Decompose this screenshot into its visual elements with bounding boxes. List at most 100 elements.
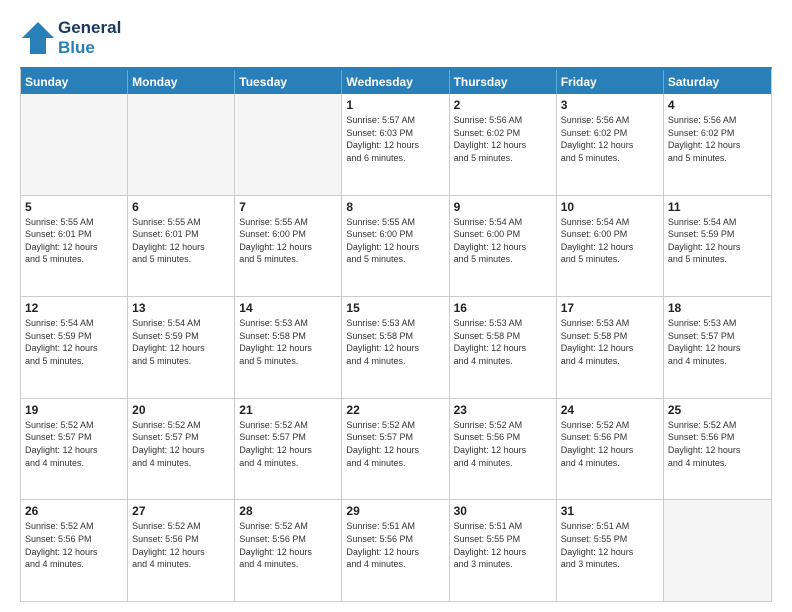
day-number: 22 [346,403,444,417]
day-number: 24 [561,403,659,417]
calendar-day-6: 6 Sunrise: 5:55 AM Sunset: 6:01 PM Daylig… [128,196,235,297]
day-number: 30 [454,504,552,518]
day-info: Sunrise: 5:55 AM Sunset: 6:00 PM Dayligh… [239,216,337,266]
calendar-day-13: 13 Sunrise: 5:54 AM Sunset: 5:59 PM Dayli… [128,297,235,398]
calendar-day-25: 25 Sunrise: 5:52 AM Sunset: 5:56 PM Dayli… [664,399,771,500]
weekday-header-monday: Monday [128,70,235,94]
calendar-empty-cell [21,94,128,195]
calendar-day-30: 30 Sunrise: 5:51 AM Sunset: 5:55 PM Dayli… [450,500,557,601]
calendar-empty-cell [664,500,771,601]
calendar-wrapper: SundayMondayTuesdayWednesdayThursdayFrid… [20,67,772,602]
day-info: Sunrise: 5:53 AM Sunset: 5:58 PM Dayligh… [346,317,444,367]
day-info: Sunrise: 5:57 AM Sunset: 6:03 PM Dayligh… [346,114,444,164]
day-info: Sunrise: 5:54 AM Sunset: 5:59 PM Dayligh… [25,317,123,367]
day-number: 20 [132,403,230,417]
day-number: 7 [239,200,337,214]
calendar-week-4: 19 Sunrise: 5:52 AM Sunset: 5:57 PM Dayli… [21,399,771,501]
day-number: 17 [561,301,659,315]
day-info: Sunrise: 5:52 AM Sunset: 5:57 PM Dayligh… [239,419,337,469]
day-info: Sunrise: 5:51 AM Sunset: 5:55 PM Dayligh… [454,520,552,570]
day-number: 26 [25,504,123,518]
calendar-day-14: 14Sunrise: 5:53 AM Sunset: 5:58 PM Dayli… [235,297,342,398]
day-info: Sunrise: 5:53 AM Sunset: 5:58 PM Dayligh… [454,317,552,367]
day-number: 8 [346,200,444,214]
calendar-day-24: 24 Sunrise: 5:52 AM Sunset: 5:56 PM Dayli… [557,399,664,500]
day-info: Sunrise: 5:51 AM Sunset: 5:56 PM Dayligh… [346,520,444,570]
calendar-day-17: 17 Sunrise: 5:53 AM Sunset: 5:58 PM Dayli… [557,297,664,398]
calendar-day-16: 16 Sunrise: 5:53 AM Sunset: 5:58 PM Dayli… [450,297,557,398]
day-info: Sunrise: 5:52 AM Sunset: 5:56 PM Dayligh… [454,419,552,469]
weekday-header-saturday: Saturday [664,70,771,94]
day-number: 15 [346,301,444,315]
calendar-day-11: 11 Sunrise: 5:54 AM Sunset: 5:59 PM Dayli… [664,196,771,297]
logo-icon [20,20,56,56]
day-number: 6 [132,200,230,214]
calendar-empty-cell [128,94,235,195]
day-number: 16 [454,301,552,315]
day-info: Sunrise: 5:52 AM Sunset: 5:57 PM Dayligh… [346,419,444,469]
day-info: Sunrise: 5:56 AM Sunset: 6:02 PM Dayligh… [561,114,659,164]
day-number: 25 [668,403,767,417]
day-info: Sunrise: 5:54 AM Sunset: 5:59 PM Dayligh… [132,317,230,367]
calendar-day-7: 7 Sunrise: 5:55 AM Sunset: 6:00 PM Daylig… [235,196,342,297]
calendar-body: 1 Sunrise: 5:57 AM Sunset: 6:03 PM Daylig… [21,94,771,601]
header: GeneralBlue [20,18,772,57]
day-number: 21 [239,403,337,417]
day-info: Sunrise: 5:56 AM Sunset: 6:02 PM Dayligh… [668,114,767,164]
calendar-empty-cell [235,94,342,195]
day-info: Sunrise: 5:55 AM Sunset: 6:01 PM Dayligh… [132,216,230,266]
day-info: Sunrise: 5:55 AM Sunset: 6:01 PM Dayligh… [25,216,123,266]
day-number: 9 [454,200,552,214]
day-number: 18 [668,301,767,315]
logo: GeneralBlue [20,18,121,57]
day-number: 29 [346,504,444,518]
calendar-day-10: 10 Sunrise: 5:54 AM Sunset: 6:00 PM Dayli… [557,196,664,297]
calendar-week-3: 12 Sunrise: 5:54 AM Sunset: 5:59 PM Dayli… [21,297,771,399]
day-number: 13 [132,301,230,315]
day-number: 10 [561,200,659,214]
day-info: Sunrise: 5:52 AM Sunset: 5:56 PM Dayligh… [668,419,767,469]
day-info: Sunrise: 5:51 AM Sunset: 5:55 PM Dayligh… [561,520,659,570]
day-number: 12 [25,301,123,315]
day-number: 4 [668,98,767,112]
calendar-day-1: 1 Sunrise: 5:57 AM Sunset: 6:03 PM Daylig… [342,94,449,195]
calendar-day-4: 4 Sunrise: 5:56 AM Sunset: 6:02 PM Daylig… [664,94,771,195]
weekday-header-tuesday: Tuesday [235,70,342,94]
day-number: 19 [25,403,123,417]
day-info: Sunrise: 5:52 AM Sunset: 5:56 PM Dayligh… [239,520,337,570]
day-number: 27 [132,504,230,518]
day-info: Sunrise: 5:52 AM Sunset: 5:56 PM Dayligh… [561,419,659,469]
calendar-day-31: 31 Sunrise: 5:51 AM Sunset: 5:55 PM Dayli… [557,500,664,601]
day-info: Sunrise: 5:56 AM Sunset: 6:02 PM Dayligh… [454,114,552,164]
calendar-day-28: 28Sunrise: 5:52 AM Sunset: 5:56 PM Dayli… [235,500,342,601]
weekday-header-wednesday: Wednesday [342,70,449,94]
day-number: 31 [561,504,659,518]
day-info: Sunrise: 5:54 AM Sunset: 6:00 PM Dayligh… [561,216,659,266]
calendar-day-29: 29 Sunrise: 5:51 AM Sunset: 5:56 PM Dayli… [342,500,449,601]
calendar-week-5: 26 Sunrise: 5:52 AM Sunset: 5:56 PM Dayli… [21,500,771,601]
calendar-day-12: 12 Sunrise: 5:54 AM Sunset: 5:59 PM Dayli… [21,297,128,398]
day-number: 5 [25,200,123,214]
day-number: 1 [346,98,444,112]
page: GeneralBlue SundayMondayTuesdayWednesday… [0,0,792,612]
day-info: Sunrise: 5:54 AM Sunset: 5:59 PM Dayligh… [668,216,767,266]
day-info: Sunrise: 5:53 AM Sunset: 5:58 PM Dayligh… [239,317,337,367]
day-info: Sunrise: 5:52 AM Sunset: 5:56 PM Dayligh… [25,520,123,570]
calendar-day-18: 18 Sunrise: 5:53 AM Sunset: 5:57 PM Dayli… [664,297,771,398]
day-number: 11 [668,200,767,214]
calendar-day-8: 8 Sunrise: 5:55 AM Sunset: 6:00 PM Daylig… [342,196,449,297]
day-info: Sunrise: 5:52 AM Sunset: 5:57 PM Dayligh… [25,419,123,469]
day-info: Sunrise: 5:55 AM Sunset: 6:00 PM Dayligh… [346,216,444,266]
logo-text: GeneralBlue [58,18,121,57]
calendar-day-5: 5 Sunrise: 5:55 AM Sunset: 6:01 PM Daylig… [21,196,128,297]
day-info: Sunrise: 5:54 AM Sunset: 6:00 PM Dayligh… [454,216,552,266]
day-number: 23 [454,403,552,417]
day-info: Sunrise: 5:53 AM Sunset: 5:58 PM Dayligh… [561,317,659,367]
day-info: Sunrise: 5:52 AM Sunset: 5:57 PM Dayligh… [132,419,230,469]
day-info: Sunrise: 5:53 AM Sunset: 5:57 PM Dayligh… [668,317,767,367]
calendar-day-9: 9 Sunrise: 5:54 AM Sunset: 6:00 PM Daylig… [450,196,557,297]
calendar-day-15: 15 Sunrise: 5:53 AM Sunset: 5:58 PM Dayli… [342,297,449,398]
calendar-week-1: 1 Sunrise: 5:57 AM Sunset: 6:03 PM Daylig… [21,94,771,196]
weekday-header-sunday: Sunday [21,70,128,94]
day-number: 3 [561,98,659,112]
